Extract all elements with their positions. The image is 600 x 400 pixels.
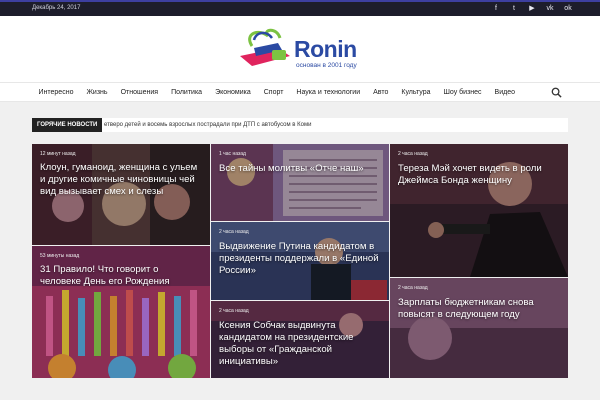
search-icon[interactable]	[551, 87, 562, 98]
current-date: Декабрь 24, 2017	[32, 5, 81, 11]
odnoklassniki-icon[interactable]: ok	[564, 4, 572, 14]
tile-time: 2 часа назад	[398, 285, 428, 291]
tile-time: 2 часа назад	[219, 229, 249, 235]
news-tile-6[interactable]: 2 часа назад Зарплаты бюджетникам снова …	[390, 278, 568, 378]
top-bar: Декабрь 24, 2017 f t ▶ vk ok	[0, 0, 600, 16]
tile-headline[interactable]: 31 Правило! Что говорит о человеке День …	[40, 264, 200, 288]
youtube-icon[interactable]: ▶	[528, 4, 536, 14]
logo-wing-icon	[240, 28, 290, 66]
nav-item-sport[interactable]: Спорт	[257, 83, 290, 102]
nav-item-science[interactable]: Наука и технологии	[290, 83, 367, 102]
twitter-icon[interactable]: t	[510, 4, 518, 14]
tile-headline[interactable]: Зарплаты бюджетникам снова повысят в сле…	[398, 297, 558, 321]
news-tile-2[interactable]: 1 час назад Все тайны молитвы «Отче наш»	[211, 144, 389, 221]
logo-tagline: основан в 2001 году	[296, 62, 357, 69]
nav-item-politics[interactable]: Политика	[165, 83, 209, 102]
tile-headline[interactable]: Ксения Собчак выдвинута кандидатом на пр…	[219, 320, 379, 368]
tile-headline[interactable]: Тереза Мэй хочет видеть в роли Джеймса Б…	[398, 163, 558, 187]
nav-item-economy[interactable]: Экономика	[209, 83, 258, 102]
facebook-icon[interactable]: f	[492, 4, 500, 14]
vk-icon[interactable]: vk	[546, 4, 554, 14]
tile-headline[interactable]: Клоун, гуманоид, женщина с ульем и други…	[40, 162, 200, 198]
nav-item-showbiz[interactable]: Шоу бизнес	[437, 83, 488, 102]
tile-image	[390, 278, 568, 378]
news-tile-4[interactable]: 53 минуты назад 31 Правило! Что говорит …	[32, 246, 210, 378]
breaking-news-ticker: ГОРЯЧИЕ НОВОСТИ етверо детей и восемь вз…	[32, 118, 568, 132]
tile-time: 2 часа назад	[398, 151, 428, 157]
tile-headline[interactable]: Все тайны молитвы «Отче наш»	[219, 163, 379, 175]
nav-item-relationships[interactable]: Отношения	[114, 83, 165, 102]
nav-item-interesting[interactable]: Интересно	[32, 83, 80, 102]
nav-item-video[interactable]: Видео	[488, 83, 521, 102]
nav-item-life[interactable]: Жизнь	[80, 83, 114, 102]
tile-time: 12 минут назад	[40, 151, 76, 157]
tile-headline[interactable]: Выдвижение Путина кандидатом в президент…	[219, 241, 379, 277]
tile-time: 53 минуты назад	[40, 253, 80, 259]
news-tile-5[interactable]: 2 часа назад Выдвижение Путина кандидато…	[211, 222, 389, 300]
logo-name: Ronin	[294, 36, 357, 62]
tile-time: 1 час назад	[219, 151, 246, 157]
news-tile-3[interactable]: 2 часа назад Тереза Мэй хочет видеть в р…	[390, 144, 568, 277]
nav-item-culture[interactable]: Культура	[395, 83, 437, 102]
breaking-news-headline[interactable]: етверо детей и восемь взрослых пострадал…	[104, 118, 311, 132]
main-navigation: Интересно Жизнь Отношения Политика Эконо…	[0, 82, 600, 102]
breaking-news-label: ГОРЯЧИЕ НОВОСТИ	[32, 118, 103, 132]
news-tile-1[interactable]: 12 минут назад Клоун, гуманоид, женщина …	[32, 144, 210, 245]
social-links: f t ▶ vk ok	[492, 4, 572, 14]
site-logo[interactable]: Ronin основан в 2001 году	[232, 26, 372, 74]
news-tile-7[interactable]: 2 часа назад Ксения Собчак выдвинута кан…	[211, 301, 389, 378]
nav-item-auto[interactable]: Авто	[367, 83, 395, 102]
tile-time: 2 часа назад	[219, 308, 249, 314]
